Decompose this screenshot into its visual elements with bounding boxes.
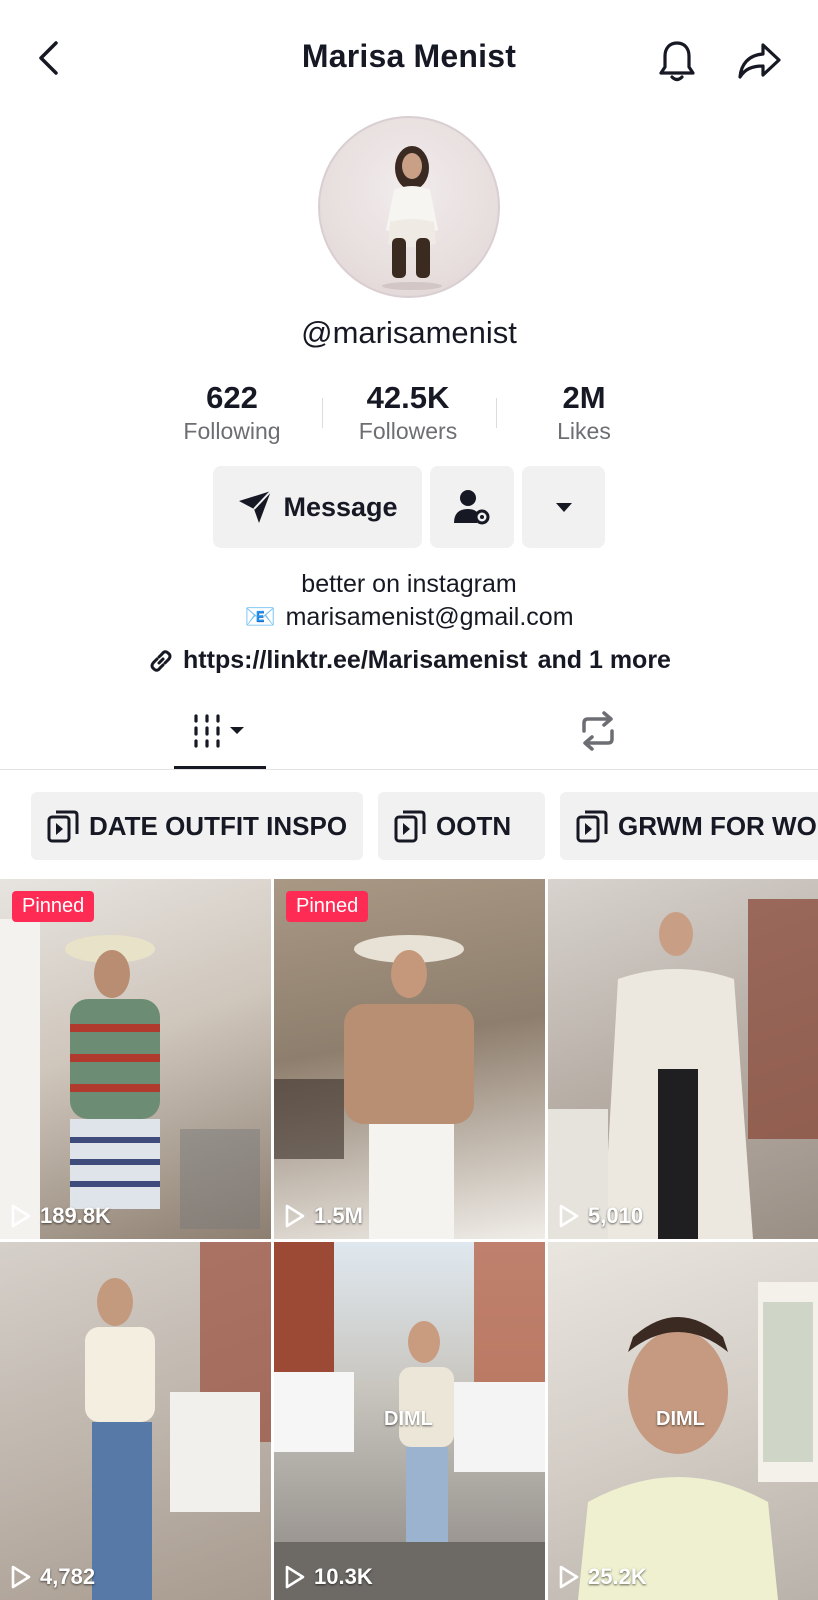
view-count-text: 10.3K [314, 1564, 373, 1589]
share-arrow-icon [738, 43, 781, 79]
view-count: 1.5M [284, 1203, 363, 1229]
likes-label: Likes [557, 418, 611, 444]
play-icon [559, 1565, 579, 1589]
playlist-icon [47, 809, 79, 843]
video-grid: Pinned 189.8K Pinned 1.5M 5,010 4,782 DI… [0, 879, 818, 1600]
send-icon [239, 490, 273, 523]
pinned-badge: Pinned [12, 891, 95, 922]
view-count: 10.3K [284, 1564, 373, 1590]
playlist-icon [576, 809, 608, 843]
bio-email: 📧 marisamenist@gmail.com [0, 603, 818, 632]
video-grid-icon [194, 714, 244, 748]
stat-followers[interactable]: 42.5K Followers [346, 380, 470, 445]
stat-divider [496, 398, 497, 428]
caret-down-icon [555, 503, 572, 512]
play-icon [285, 1204, 305, 1228]
playlist-chip[interactable]: OOTN [378, 792, 545, 860]
email-text: marisamenist@gmail.com [285, 603, 574, 631]
playlist-label: OOTN [436, 810, 512, 841]
video-thumbnail-art [274, 935, 474, 1239]
message-label: Message [283, 491, 398, 522]
video-overlay-text: DIML [656, 1408, 705, 1430]
followers-count: 42.5K [366, 380, 450, 415]
play-icon [11, 1565, 31, 1589]
video-thumbnail[interactable]: Pinned 1.5M [274, 879, 545, 1239]
play-icon [559, 1204, 579, 1228]
video-thumbnail-art [0, 919, 260, 1239]
view-count-text: 1.5M [314, 1203, 363, 1228]
bell-icon [659, 41, 695, 82]
video-thumbnail[interactable]: 4,782 [0, 1242, 271, 1600]
profile-link-row[interactable]: https://linktr.ee/Marisamenist and 1 mor… [0, 646, 818, 675]
playlist-chip[interactable]: GRWM FOR WO [560, 792, 818, 860]
username-handle: @marisamenist [301, 315, 517, 350]
top-bar: Marisa Menist [0, 0, 818, 118]
profile-tabs [0, 694, 818, 770]
tab-reposts[interactable] [568, 706, 628, 756]
view-count-text: 5,010 [588, 1203, 644, 1228]
active-tab-indicator [174, 766, 266, 769]
view-count-text: 25.2K [588, 1564, 647, 1589]
video-thumbnail[interactable]: DIML 10.3K [274, 1242, 545, 1600]
user-settings-icon [454, 490, 490, 525]
profile-link[interactable]: https://linktr.ee/Marisamenist [183, 646, 528, 675]
view-count: 4,782 [10, 1564, 95, 1590]
view-count: 5,010 [558, 1203, 643, 1229]
playlist-row: DATE OUTFIT INSPO OOTN GRWM FOR WO [0, 792, 818, 860]
bio-line: better on instagram [301, 570, 517, 598]
following-count: 622 [206, 380, 258, 415]
avatar[interactable] [318, 116, 500, 298]
message-button[interactable]: Message [213, 466, 422, 548]
video-thumbnail[interactable]: Pinned 189.8K [0, 879, 271, 1239]
email-emoji: 📧 [244, 603, 276, 631]
stat-following[interactable]: 622 Following [170, 380, 294, 445]
stat-divider [322, 398, 323, 428]
video-thumbnail-art [85, 1242, 271, 1600]
follow-settings-button[interactable] [430, 466, 514, 548]
playlist-icon [394, 809, 426, 843]
tab-videos[interactable] [174, 706, 266, 756]
view-count-text: 4,782 [40, 1564, 96, 1589]
pinned-badge: Pinned [286, 891, 369, 922]
play-icon [285, 1565, 305, 1589]
play-icon [11, 1204, 31, 1228]
playlist-label: GRWM FOR WO [618, 810, 817, 841]
link-icon [150, 649, 172, 672]
view-count-text: 189.8K [40, 1203, 111, 1228]
likes-count: 2M [562, 380, 606, 415]
video-thumbnail-art [548, 899, 818, 1239]
followers-label: Followers [358, 418, 458, 444]
video-thumbnail[interactable]: DIML 25.2K [548, 1242, 818, 1600]
profile-link-more[interactable]: and 1 more [538, 646, 671, 675]
notifications-button[interactable] [652, 36, 702, 86]
view-count: 189.8K [10, 1203, 111, 1229]
view-count: 25.2K [558, 1564, 647, 1590]
share-button[interactable] [734, 36, 784, 86]
following-label: Following [183, 418, 281, 444]
video-overlay-text: DIML [384, 1408, 433, 1430]
repost-icon [582, 711, 614, 751]
playlist-label: DATE OUTFIT INSPO [89, 810, 348, 841]
playlist-chip[interactable]: DATE OUTFIT INSPO [31, 792, 363, 860]
more-dropdown-button[interactable] [522, 466, 605, 548]
avatar-photo [382, 146, 442, 290]
video-thumbnail[interactable]: 5,010 [548, 879, 818, 1239]
profile-stats: 622 Following 42.5K Followers 2M Likes [170, 380, 650, 450]
stat-likes[interactable]: 2M Likes [522, 380, 646, 445]
